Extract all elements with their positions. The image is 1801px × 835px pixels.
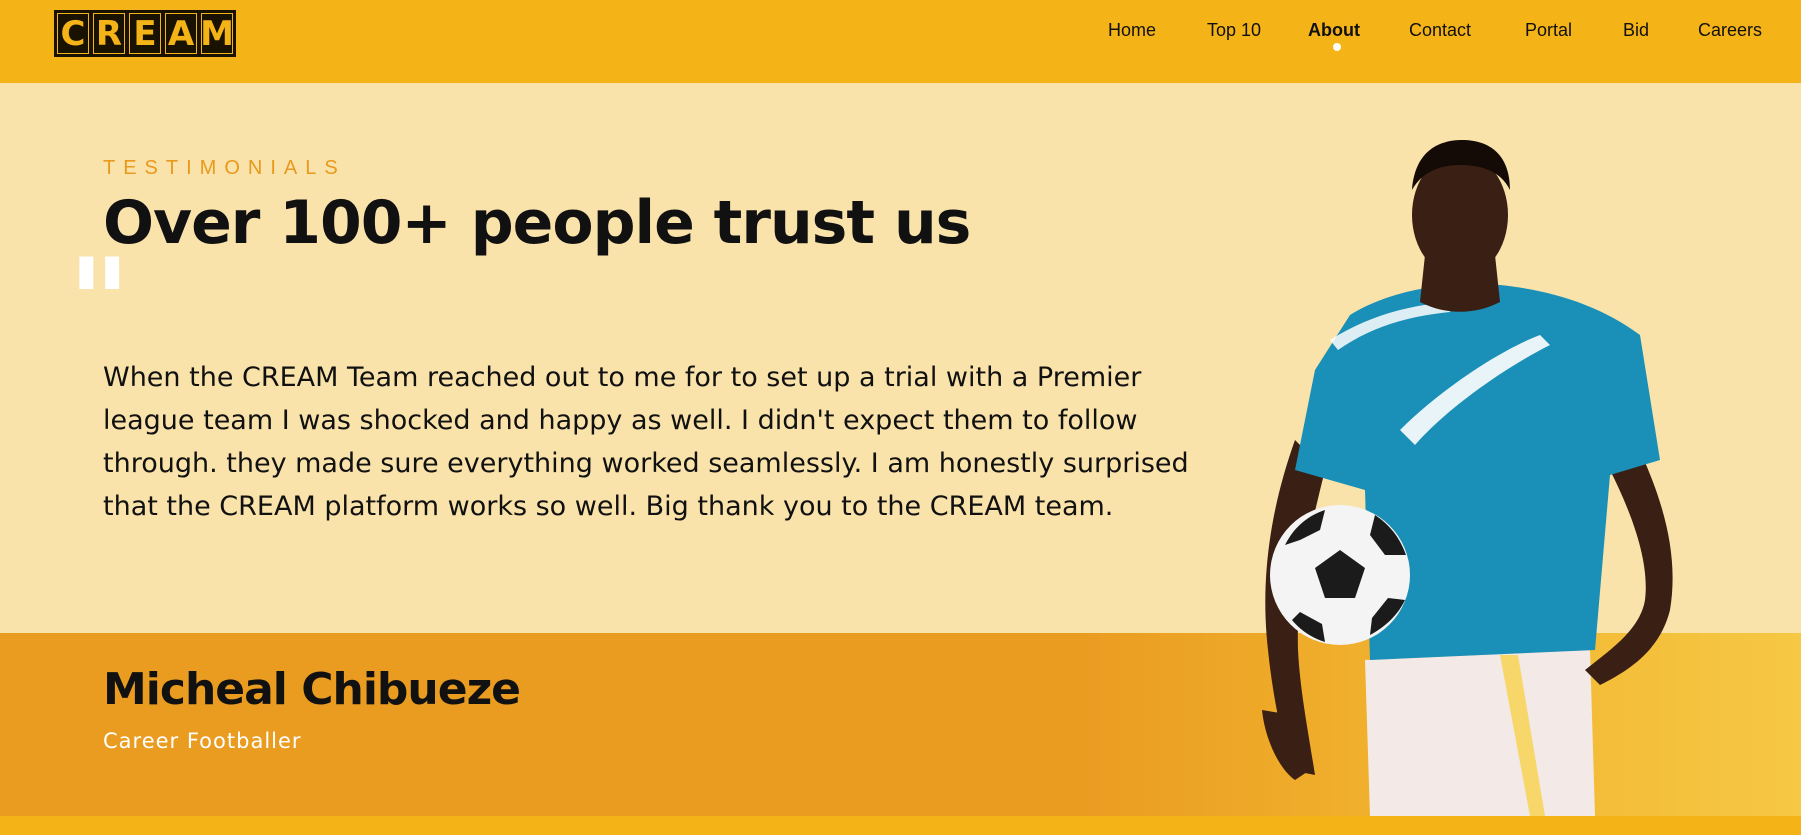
headline-bold: 100+ people [279, 188, 694, 258]
main-nav: Home Top 10 About Contact Portal Bid Car… [0, 20, 1801, 60]
author-role: Career Footballer [103, 729, 302, 753]
nav-top-10[interactable]: Top 10 [1207, 20, 1261, 41]
site-header: C R E A M Home Top 10 About Contact Port… [0, 0, 1801, 83]
headline-post: trust us [693, 188, 972, 258]
nav-home[interactable]: Home [1108, 20, 1156, 41]
nav-careers[interactable]: Careers [1698, 20, 1762, 41]
active-nav-indicator [1333, 43, 1341, 51]
nav-portal[interactable]: Portal [1525, 20, 1572, 41]
testimonial-quote: When the CREAM Team reached out to me fo… [103, 362, 1189, 522]
quote-mark-icon: " [68, 243, 131, 313]
footballer-image [1262, 140, 1673, 816]
nav-bid[interactable]: Bid [1623, 20, 1649, 41]
bottom-strip [0, 816, 1801, 835]
nav-about[interactable]: About [1308, 20, 1360, 41]
section-headline: Over 100+ people trust us [103, 188, 972, 258]
section-eyebrow: TESTIMONIALS [103, 157, 346, 179]
player-shorts [1365, 650, 1595, 816]
author-name: Micheal Chibueze [103, 664, 521, 715]
nav-contact[interactable]: Contact [1409, 20, 1471, 41]
